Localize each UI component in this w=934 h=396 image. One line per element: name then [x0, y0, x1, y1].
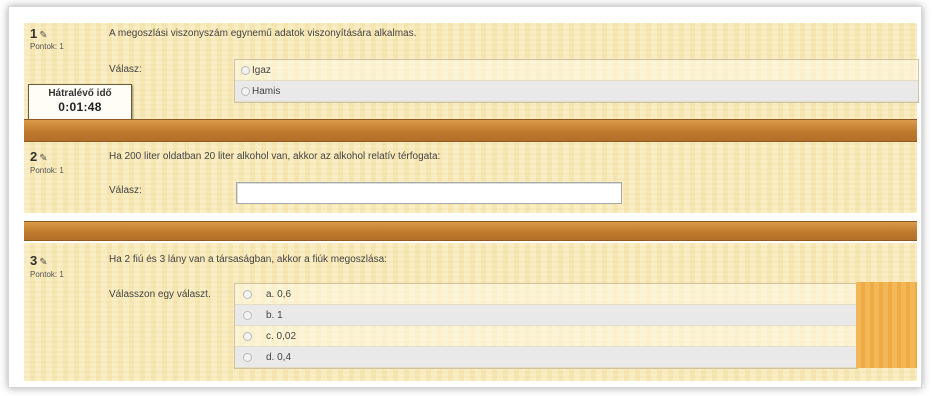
question-1-answer-label: Válasz: — [109, 64, 142, 75]
option-label: b. 1 — [266, 309, 283, 321]
pencil-icon[interactable]: ✎ — [39, 30, 47, 41]
option-label: Igaz — [252, 64, 271, 76]
separator-band — [24, 119, 917, 142]
option-igaz[interactable]: Igaz — [235, 60, 918, 81]
option-label: d. 0,4 — [266, 351, 292, 363]
question-1-text: A megoszlási viszonyszám egynemű adatok … — [109, 28, 417, 39]
option-a[interactable]: a. 0,6 — [235, 284, 857, 305]
radio-button[interactable] — [241, 65, 250, 75]
option-label: a. 0,6 — [266, 288, 292, 300]
question-2-points: Pontok: 1 — [30, 166, 64, 175]
option-label: c. 0,02 — [266, 330, 297, 342]
option-d[interactable]: d. 0,4 — [235, 347, 857, 368]
question-1-number: 1 ✎ — [30, 26, 48, 41]
radio-button[interactable] — [243, 352, 252, 362]
accent-pane — [856, 282, 917, 368]
question-3-answer-label: Válasszon egy választ. — [109, 289, 211, 300]
radio-button[interactable] — [243, 289, 252, 299]
timer-label: Hátralévő idő — [48, 88, 112, 99]
question-1-points: Pontok: 1 — [30, 42, 64, 51]
timer-value: 0:01:48 — [58, 100, 102, 114]
remaining-time-box: Hátralévő idő 0:01:48 — [28, 84, 132, 122]
pencil-icon[interactable]: ✎ — [39, 257, 47, 268]
option-label: Hamis — [252, 85, 281, 97]
radio-button[interactable] — [243, 331, 252, 341]
question-1-answers: Igaz Hamis — [234, 59, 919, 103]
question-3-text: Ha 2 fiú és 3 lány van a társaságban, ak… — [109, 254, 387, 265]
question-2-text: Ha 200 liter oldatban 20 liter alkohol v… — [109, 151, 441, 162]
question-3-answers: a. 0,6 b. 1 c. 0,02 d. 0,4 — [234, 283, 858, 369]
question-3-points: Pontok: 1 — [30, 270, 64, 279]
option-hamis[interactable]: Hamis — [235, 81, 918, 102]
answer-input[interactable] — [236, 182, 622, 204]
option-c[interactable]: c. 0,02 — [235, 326, 857, 347]
separator-band — [24, 221, 917, 241]
option-b[interactable]: b. 1 — [235, 305, 857, 326]
pencil-icon[interactable]: ✎ — [39, 153, 47, 164]
question-2-answer-label: Válasz: — [109, 185, 142, 196]
question-2-number: 2 ✎ — [30, 149, 48, 164]
radio-button[interactable] — [243, 310, 252, 320]
radio-button[interactable] — [241, 86, 250, 96]
question-3-number: 3 ✎ — [30, 253, 48, 268]
